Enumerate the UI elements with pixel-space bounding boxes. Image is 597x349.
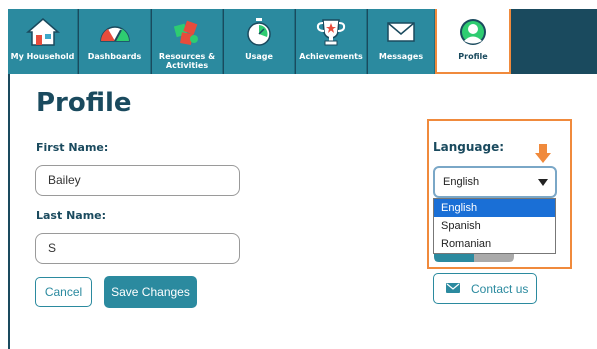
user-avatar-icon: [460, 19, 486, 45]
tab-label: Achievements: [299, 52, 363, 61]
first-name-input[interactable]: Bailey: [35, 165, 240, 196]
tab-label: Dashboards: [87, 52, 142, 61]
left-border: [8, 74, 10, 349]
tab-usage[interactable]: Usage: [224, 9, 295, 74]
envelope-icon: [387, 22, 415, 42]
house-icon: [25, 18, 60, 46]
language-option-spanish[interactable]: Spanish: [434, 217, 555, 235]
tab-label: Messages: [378, 52, 424, 61]
caret-down-icon: [538, 179, 548, 186]
language-option-romanian[interactable]: Romanian: [434, 235, 555, 253]
language-select[interactable]: English: [433, 166, 557, 198]
contact-us-button[interactable]: Contact us: [433, 273, 537, 304]
obscured-buttons: [434, 254, 514, 262]
top-navigation: My Household Dashboards Resources & Acti…: [8, 9, 597, 74]
tab-dashboards[interactable]: Dashboards: [79, 9, 151, 74]
tab-resources-activities[interactable]: Resources & Activities: [152, 9, 223, 74]
tab-label: Usage: [245, 52, 273, 61]
last-name-label: Last Name:: [36, 209, 107, 222]
tab-label: Resources & Activities: [158, 52, 216, 70]
trophy-icon: [316, 19, 346, 46]
page-title: Profile: [36, 88, 132, 118]
language-dropdown-list: English Spanish Romanian: [433, 198, 556, 254]
first-name-label: First Name:: [36, 141, 109, 154]
cancel-button[interactable]: Cancel: [35, 277, 92, 307]
tab-label: Profile: [458, 52, 488, 61]
tab-achievements[interactable]: Achievements: [296, 9, 367, 74]
tab-label: My Household: [10, 52, 75, 61]
tab-profile[interactable]: Profile: [435, 9, 511, 74]
tab-my-household[interactable]: My Household: [8, 9, 78, 74]
contact-us-label: Contact us: [471, 282, 529, 296]
language-selected-value: English: [443, 176, 480, 188]
arrow-down-icon: [535, 144, 551, 163]
mail-icon: [446, 283, 460, 293]
language-option-english[interactable]: English: [434, 199, 555, 217]
gauge-icon: [99, 26, 130, 42]
language-label: Language:: [433, 140, 505, 154]
last-name-input[interactable]: S: [35, 233, 240, 264]
puzzle-icon: [173, 20, 198, 45]
stopwatch-icon: [247, 18, 271, 46]
tab-messages[interactable]: Messages: [368, 9, 435, 74]
save-changes-button[interactable]: Save Changes: [104, 276, 197, 308]
